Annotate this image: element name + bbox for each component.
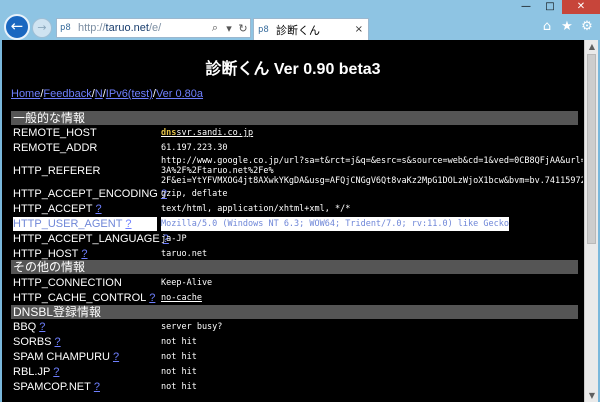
table-row: BBQ? server busy? [11, 320, 578, 334]
row-key: REMOTE_ADDR [13, 142, 98, 154]
row-value: Mozilla/5.0 (Windows NT 6.3; WOW64; Trid… [161, 217, 509, 231]
row-value: Keep-Alive [161, 278, 213, 288]
page-title: 診断くん Ver 0.90 beta3 [205, 61, 381, 78]
table-row: RBL.JP? not hit [11, 365, 578, 379]
referer-value: http://www.google.co.jp/url?sa=t&rct=j&q… [161, 156, 583, 190]
help-link[interactable]: ? [149, 292, 155, 304]
browser-window: — □ ✕ ← → p8 http://taruo.net/e/ ⌕ ▾ ↻ p… [0, 0, 600, 402]
scroll-down-arrow-icon[interactable]: ▼ [585, 389, 599, 402]
referer-line: 2F&ei=YtYFVMXOG4jt8AXwkYKgDA&usg=AFQjCNG… [161, 176, 583, 186]
maximize-button[interactable]: □ [538, 0, 562, 14]
table-row: SORBS? not hit [11, 335, 578, 349]
help-link[interactable]: ? [95, 203, 101, 215]
table-row: HTTP_CONNECTION Keep-Alive [11, 276, 578, 290]
section-dnsbl-header: DNSBL登録情報 [11, 305, 578, 319]
table-row: REMOTE_ADDR 61.197.223.30 [11, 141, 578, 155]
table-row-selected: HTTP_USER_AGENT? Mozilla/5.0 (Windows NT… [11, 217, 578, 231]
close-window-button[interactable]: ✕ [562, 0, 600, 14]
help-link[interactable]: ? [39, 321, 45, 333]
help-link[interactable]: ? [55, 336, 61, 348]
table-row: REMOTE_HOST dnssvr.sandi.co.jp [11, 126, 578, 140]
table-row: HTTP_ACCEPT_LANGUAGE? ja-JP [11, 232, 578, 246]
row-value: not hit [161, 382, 197, 392]
help-link[interactable]: ? [94, 381, 100, 393]
row-value: not hit [161, 367, 197, 377]
window-controls: — □ ✕ [514, 0, 600, 14]
nav-links: Home/Feedback/N/IPv6(test)/Ver 0.80a [11, 88, 203, 100]
table-row: HTTP_ACCEPT_ENCODING? gzip, deflate [11, 187, 578, 201]
row-value: not hit [161, 352, 197, 362]
row-key: BBQ? [13, 321, 46, 333]
row-value: ja-JP [161, 234, 187, 244]
forward-button[interactable]: → [32, 18, 52, 38]
browser-tab[interactable]: p8 診断くん × [253, 18, 369, 40]
site-favicon-icon: p8 [60, 23, 71, 33]
row-value: gzip, deflate [161, 189, 228, 199]
link-ipv6-test[interactable]: IPv6(test) [106, 88, 153, 100]
table-row: SPAM CHAMPURU? not hit [11, 350, 578, 364]
help-link[interactable]: ? [81, 248, 87, 260]
row-value: server busy? [161, 322, 223, 332]
section-general-header: 一般的な情報 [11, 111, 578, 125]
help-link[interactable]: ? [53, 366, 59, 378]
home-icon[interactable]: ⌂ [540, 19, 554, 34]
row-key: SPAM CHAMPURU? [13, 351, 120, 363]
row-value: taruo.net [161, 249, 208, 259]
table-row: HTTP_HOST? taruo.net [11, 247, 578, 261]
tab-favicon-icon: p8 [258, 24, 269, 35]
row-key: HTTP_ACCEPT? [13, 203, 102, 215]
vertical-scrollbar[interactable]: ▲ ▼ [584, 40, 598, 402]
toolbar-icons: ⌂ ★ ⚙ [540, 19, 594, 34]
table-row: SPAMCOP.NET? not hit [11, 380, 578, 394]
row-key: HTTP_ACCEPT_ENCODING? [13, 188, 167, 200]
row-value[interactable]: dnssvr.sandi.co.jp [161, 126, 253, 140]
link-ver-080a[interactable]: Ver 0.80a [156, 88, 203, 100]
refresh-icon[interactable]: ↻ [236, 22, 250, 35]
link-feedback[interactable]: Feedback [43, 88, 91, 100]
row-key: SORBS? [13, 336, 61, 348]
back-button[interactable]: ← [4, 14, 30, 40]
page-viewport: 診断くん Ver 0.90 beta3 Home/Feedback/N/IPv6… [2, 40, 584, 402]
referer-line: http://www.google.co.jp/url?sa=t&rct=j&q… [161, 156, 583, 166]
row-key: HTTP_USER_AGENT? [13, 217, 157, 231]
row-key: REMOTE_HOST [13, 127, 97, 139]
tab-close-icon[interactable]: × [355, 24, 363, 35]
browser-toolbar: — □ ✕ ← → p8 http://taruo.net/e/ ⌕ ▾ ↻ p… [0, 0, 600, 40]
row-key: HTTP_CONNECTION [13, 277, 122, 289]
row-value: not hit [161, 337, 197, 347]
scroll-up-arrow-icon[interactable]: ▲ [585, 40, 599, 53]
favorites-star-icon[interactable]: ★ [560, 19, 574, 34]
row-key: SPAMCOP.NET? [13, 381, 100, 393]
tab-label: 診断くん [276, 24, 320, 37]
link-n[interactable]: N [95, 88, 103, 100]
minimize-button[interactable]: — [514, 0, 538, 14]
link-home[interactable]: Home [11, 88, 40, 100]
row-value: 61.197.223.30 [161, 143, 228, 153]
row-key: HTTP_HOST? [13, 248, 88, 260]
section-other-header: その他の情報 [11, 260, 578, 274]
scrollbar-thumb[interactable] [587, 54, 596, 244]
settings-gear-icon[interactable]: ⚙ [580, 19, 594, 34]
help-link[interactable]: ? [125, 218, 131, 230]
search-icon[interactable]: ⌕ [208, 21, 222, 35]
referer-line: 3A%2F%2Ftaruo.net%2Fe% [161, 166, 274, 176]
row-value: no-cache [161, 293, 202, 303]
row-key: HTTP_ACCEPT_LANGUAGE? [13, 233, 169, 245]
table-row: HTTP_ACCEPT? text/html, application/xhtm… [11, 202, 578, 216]
address-url[interactable]: http://taruo.net/e/ [78, 22, 208, 34]
row-value: text/html, application/xhtml+xml, */* [161, 204, 351, 214]
row-key: RBL.JP? [13, 366, 60, 378]
chevron-down-icon[interactable]: ▾ [222, 22, 236, 35]
address-bar[interactable]: p8 http://taruo.net/e/ ⌕ ▾ ↻ [56, 18, 251, 38]
help-link[interactable]: ? [113, 351, 119, 363]
table-row: HTTP_CACHE_CONTROL? no-cache [11, 291, 578, 305]
row-key: HTTP_REFERER [13, 165, 101, 177]
row-key: HTTP_CACHE_CONTROL? [13, 292, 156, 304]
